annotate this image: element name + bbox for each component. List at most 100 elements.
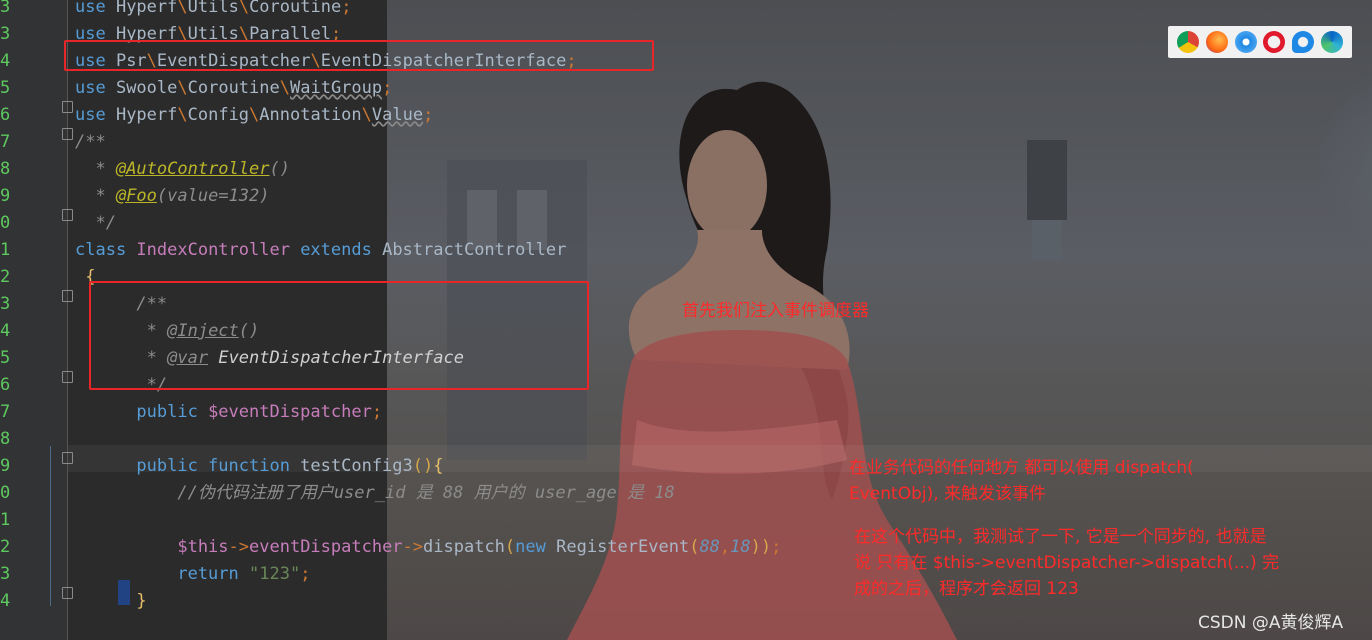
- gutter-divider: [67, 0, 68, 640]
- code-token: use: [75, 78, 116, 98]
- annotation-dispatch-line1: 在业务代码的任何地方 都可以使用 dispatch(: [849, 458, 1194, 478]
- code-token: Coroutine: [187, 78, 280, 98]
- code-text: * @AutoController(): [75, 156, 290, 183]
- browser-launcher-bar: [1168, 26, 1352, 58]
- highlight-box-import: [64, 40, 654, 71]
- line-number: 8: [0, 159, 11, 179]
- code-token: \: [177, 78, 188, 98]
- code-token: Utils: [187, 0, 239, 17]
- code-token: $eventDispatcher: [208, 402, 372, 422]
- code-token: //伪代码注册了用户user_id 是 88 用户的 user_age 是 18: [75, 483, 675, 503]
- code-token: public function: [75, 456, 301, 476]
- code-token: ;: [771, 537, 782, 557]
- line-number: 5: [0, 348, 11, 368]
- code-token: public: [75, 402, 209, 422]
- code-token: *: [75, 186, 116, 206]
- code-token: \: [249, 105, 260, 125]
- fold-marker-icon[interactable]: [62, 371, 73, 383]
- code-token: Coroutine: [249, 0, 342, 17]
- code-token: ;: [423, 105, 434, 125]
- code-token: /**: [75, 132, 106, 152]
- chrome-icon[interactable]: [1177, 31, 1200, 53]
- code-token: ,: [719, 537, 731, 557]
- annotation-sync-line1: 在这个代码中，我测试了一下, 它是一个同步的, 也就是: [854, 527, 1267, 547]
- line-number: 0: [0, 213, 11, 233]
- code-token: extends: [300, 240, 383, 260]
- code-token: use: [75, 105, 116, 125]
- firefox-icon[interactable]: [1205, 31, 1228, 53]
- annotation-sync-line3: 成的之后，程序才会返回 123: [854, 579, 1079, 599]
- line-number: 5: [0, 78, 11, 98]
- code-text: class IndexController extends AbstractCo…: [75, 237, 566, 264]
- line-number: 6: [0, 375, 11, 395]
- line-number: 4: [0, 591, 11, 611]
- code-editor: 3 use Hyperf\Utils\Coroutine; 3 use Hyperf\…: [0, 0, 1372, 640]
- fold-marker-icon[interactable]: [62, 587, 73, 599]
- code-token: @AutoController: [115, 159, 270, 179]
- annotation-sync: 在这个代码中，我测试了一下, 它是一个同步的, 也就是 说 只有在 $this-…: [854, 524, 1359, 602]
- code-token: \: [279, 78, 290, 98]
- code-token: new: [515, 537, 557, 557]
- edge-icon[interactable]: [1320, 31, 1343, 53]
- line-number: 6: [0, 105, 11, 125]
- opera-icon[interactable]: [1263, 31, 1286, 53]
- code-token: ;: [382, 78, 393, 98]
- code-token: RegisterEvent: [556, 537, 690, 557]
- line-number: 3: [0, 0, 11, 17]
- code-text: public function testConfig3(){: [75, 453, 444, 480]
- code-token: \: [238, 0, 250, 17]
- fold-marker-icon[interactable]: [62, 290, 73, 302]
- code-token: "123": [249, 564, 301, 584]
- code-text: $this->eventDispatcher->dispatch(new Reg…: [75, 534, 781, 561]
- code-text: }: [75, 588, 146, 615]
- code-token: {: [433, 456, 444, 476]
- code-token: IndexController: [136, 240, 301, 260]
- line-number: 9: [0, 186, 11, 206]
- code-text: //伪代码注册了用户user_id 是 88 用户的 user_age 是 18: [75, 480, 675, 507]
- code-token: (): [412, 456, 434, 476]
- code-token: eventDispatcher: [249, 537, 403, 557]
- line-number: 9: [0, 456, 11, 476]
- safari-icon[interactable]: [1234, 31, 1257, 53]
- code-text: */: [75, 210, 116, 237]
- fold-marker-icon[interactable]: [62, 209, 73, 221]
- annotation-inject: 首先我们注入事件调度器: [682, 301, 869, 321]
- ie-icon[interactable]: [1291, 31, 1314, 53]
- code-token: WaitGroup: [290, 78, 383, 98]
- code-token: class: [75, 240, 137, 260]
- fold-marker-icon[interactable]: [62, 101, 73, 113]
- line-number: 3: [0, 24, 11, 44]
- line-number: 1: [0, 510, 11, 530]
- code-token: */: [75, 213, 116, 233]
- code-token: Hyperf: [115, 105, 178, 125]
- code-token: @Foo: [115, 186, 157, 206]
- code-text: use Hyperf\Config\Annotation\Value;: [75, 102, 433, 129]
- code-token: Annotation: [259, 105, 362, 125]
- method-scope-guide: [50, 446, 51, 606]
- annotation-dispatch-line2: EventObj), 来触发该事件: [849, 484, 1047, 504]
- line-number: 8: [0, 429, 11, 449]
- code-text: public $eventDispatcher;: [75, 399, 382, 426]
- line-number: 2: [0, 267, 11, 287]
- code-token: \: [177, 0, 188, 17]
- code-token: ;: [341, 0, 352, 17]
- annotation-sync-line2: 说 只有在 $this->eventDispatcher->dispatch(.…: [854, 553, 1280, 573]
- fold-marker-icon[interactable]: [62, 128, 73, 140]
- code-text: * @Foo(value=132): [75, 183, 269, 210]
- code-token: 88: [699, 537, 720, 557]
- code-token: Swoole: [115, 78, 178, 98]
- code-token: $this: [75, 537, 229, 557]
- code-text: return "123";: [75, 561, 310, 588]
- line-number: 3: [0, 564, 11, 584]
- code-token: AbstractController: [382, 240, 567, 260]
- code-token: ;: [371, 402, 383, 422]
- highlight-box-inject: [89, 281, 589, 390]
- annotation-dispatch: 在业务代码的任何地方 都可以使用 dispatch( EventObj), 来触…: [849, 455, 1289, 507]
- line-number: 7: [0, 402, 11, 422]
- code-token: (: [689, 537, 700, 557]
- fold-marker-icon[interactable]: [62, 452, 73, 464]
- code-token: \: [177, 105, 188, 125]
- code-text: use Swoole\Coroutine\WaitGroup;: [75, 75, 392, 102]
- code-token: dispatch: [423, 537, 505, 557]
- line-number: 4: [0, 51, 11, 71]
